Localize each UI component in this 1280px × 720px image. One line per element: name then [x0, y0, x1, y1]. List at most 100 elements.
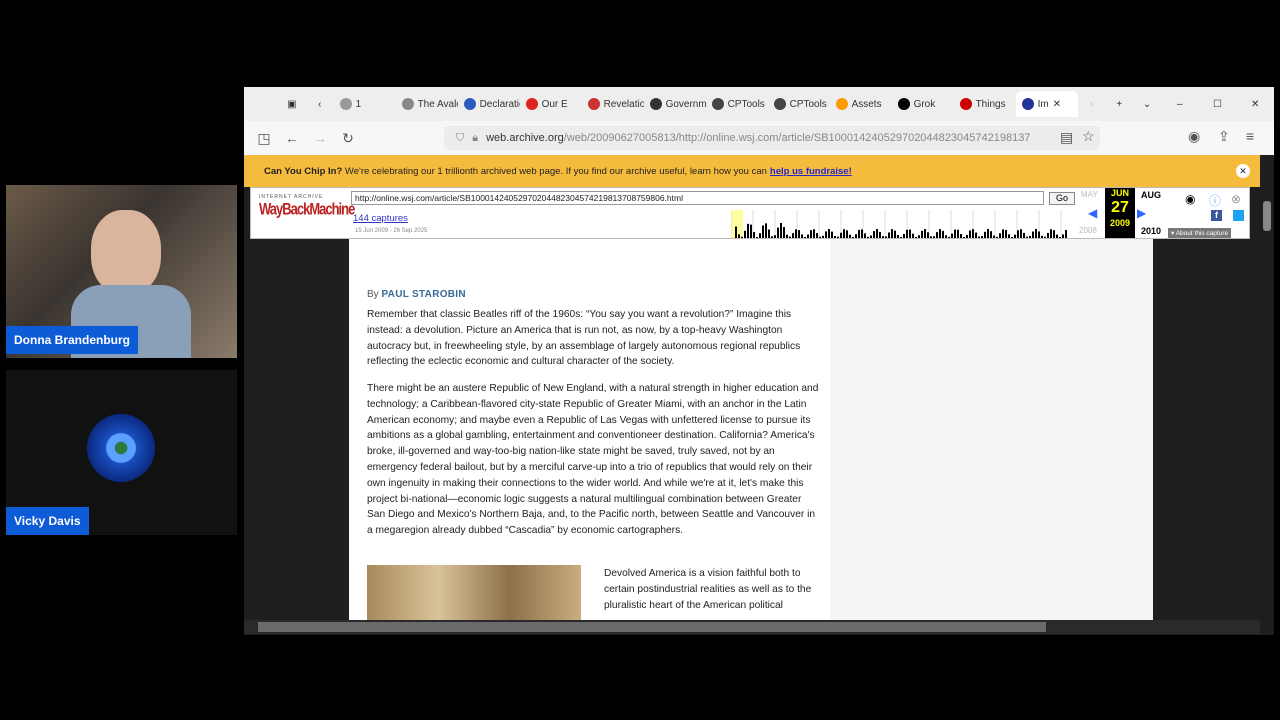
capture-bar	[1053, 230, 1055, 238]
reload-icon[interactable]: ↻	[334, 130, 362, 147]
wayback-url-input[interactable]: http://online.wsj.com/article/SB10001424…	[351, 191, 1044, 205]
new-tab-icon[interactable]: +	[1105, 99, 1133, 110]
prev-month[interactable]: MAY	[1081, 190, 1098, 199]
current-year: 2009	[1109, 218, 1131, 228]
favicon-icon	[587, 98, 600, 110]
next-month[interactable]: AUG	[1141, 190, 1161, 200]
current-capture: JUN 27 2009	[1105, 188, 1135, 238]
account-icon[interactable]: ◉	[1188, 128, 1200, 145]
capture-bar	[903, 233, 905, 238]
next-capture-icon[interactable]: ▶	[1137, 206, 1146, 220]
menu-icon[interactable]: ≡	[1246, 128, 1254, 144]
capture-bar	[984, 231, 986, 238]
sidebar-icon[interactable]: ◳	[250, 130, 278, 147]
tab[interactable]: Our E	[520, 91, 582, 117]
paragraph: Remember that classic Beatles riff of th…	[367, 309, 801, 368]
capture-bar	[753, 232, 755, 238]
tab[interactable]: Revelation	[582, 91, 644, 117]
capture-bar	[807, 234, 809, 238]
capture-bar	[867, 236, 869, 238]
author-link[interactable]: PAUL STAROBIN	[381, 289, 465, 300]
tab[interactable]: 1	[334, 91, 396, 117]
url-domain: web.archive.org	[486, 132, 564, 144]
horizontal-scrollbar[interactable]	[244, 620, 1260, 634]
capture-bar	[1059, 236, 1061, 238]
wayback-logo[interactable]: WayBackMachine	[259, 199, 355, 219]
minimize-icon[interactable]: –	[1161, 99, 1199, 110]
next-year[interactable]: 2010	[1141, 226, 1161, 236]
scrollbar-thumb[interactable]	[258, 622, 1046, 632]
scroll-tabs-right-icon[interactable]: ›	[1078, 99, 1106, 110]
twitter-icon[interactable]	[1233, 210, 1244, 221]
capture-bar	[960, 234, 962, 238]
tab-label: Government	[665, 98, 706, 110]
prev-capture-icon[interactable]: ◀	[1088, 206, 1097, 220]
fundraise-link[interactable]: help us fundraise!	[770, 166, 852, 177]
right-sidebar	[830, 239, 1153, 620]
vertical-scrollbar[interactable]	[1260, 187, 1274, 620]
close-tab-icon[interactable]: ✕	[1053, 99, 1061, 110]
favicon-icon	[835, 98, 848, 110]
tab-list-icon[interactable]: ⌄	[1133, 99, 1161, 110]
capture-bar	[777, 227, 779, 238]
tab[interactable]: Government	[644, 91, 706, 117]
favicon-icon	[897, 98, 910, 110]
capture-bar	[861, 229, 863, 238]
capture-bar	[1023, 232, 1025, 238]
address-bar[interactable]: ⛉ 🔒︎ web.archive.org/web/20090627005813/…	[444, 126, 1100, 150]
byline-prefix: By	[367, 289, 379, 300]
user-icon[interactable]: ◉	[1185, 192, 1195, 206]
avatar	[87, 414, 155, 482]
prev-year[interactable]: 2008	[1079, 226, 1097, 235]
back-icon[interactable]: ←	[278, 130, 306, 146]
navigation-bar: ◳ ← → ↻ ⛉ 🔒︎ web.archive.org/web/2009062…	[244, 121, 1274, 155]
capture-bar	[1005, 230, 1007, 238]
tab[interactable]: Grok	[892, 91, 954, 117]
capture-bar	[801, 234, 803, 238]
capture-bar	[909, 229, 911, 238]
forward-icon[interactable]: →	[306, 130, 334, 146]
close-toolbar-icon[interactable]: ⊗	[1231, 192, 1241, 206]
capture-bar	[939, 229, 941, 238]
tab[interactable]: CPTools	[768, 91, 830, 117]
extensions-icon[interactable]: ⇪	[1218, 128, 1230, 145]
tab[interactable]: CPTools	[706, 91, 768, 117]
capture-bar	[1038, 231, 1040, 238]
captures-link[interactable]: 144 captures	[353, 213, 408, 224]
maximize-icon[interactable]: ☐	[1199, 99, 1237, 110]
capture-bar	[1032, 231, 1034, 238]
about-capture-button[interactable]: ▾ About this capture	[1168, 228, 1232, 238]
reader-view-icon[interactable]: ▤	[1060, 129, 1073, 146]
go-button[interactable]: Go	[1049, 192, 1075, 205]
capture-bar	[738, 234, 740, 238]
capture-bar	[885, 236, 887, 238]
capture-bar	[1026, 236, 1028, 238]
tab[interactable]: Assets	[830, 91, 892, 117]
tab[interactable]: Things	[954, 91, 1016, 117]
capture-bar	[918, 235, 920, 238]
close-window-icon[interactable]: ✕	[1236, 99, 1274, 110]
close-banner-icon[interactable]: ✕	[1236, 164, 1250, 178]
paragraph: There might be an austere Republic of Ne…	[367, 383, 819, 537]
capture-bar	[837, 236, 839, 238]
scrollbar-thumb[interactable]	[1263, 201, 1271, 231]
capture-bar	[825, 231, 827, 238]
tab-label: Assets	[851, 98, 882, 110]
tab-label: 1	[355, 98, 362, 110]
capture-bar	[879, 231, 881, 238]
capture-bar	[972, 229, 974, 238]
tab[interactable]: Im ✕	[1015, 91, 1078, 117]
capture-sparkline[interactable]	[731, 210, 1071, 238]
capture-bar	[981, 236, 983, 238]
capture-bar	[828, 229, 830, 238]
facebook-icon[interactable]: f	[1211, 210, 1222, 221]
tab-overview-icon[interactable]: ▣	[278, 99, 306, 110]
capture-bar	[759, 233, 761, 238]
capture-bar	[1008, 234, 1010, 238]
bookmark-star-icon[interactable]: ☆	[1082, 128, 1095, 145]
tab[interactable]: Declaration	[458, 91, 520, 117]
scroll-tabs-left-icon[interactable]: ‹	[306, 99, 334, 110]
help-icon[interactable]: ⓘ	[1209, 192, 1221, 209]
capture-bar	[849, 234, 851, 238]
tab[interactable]: The Avalon	[396, 91, 458, 117]
